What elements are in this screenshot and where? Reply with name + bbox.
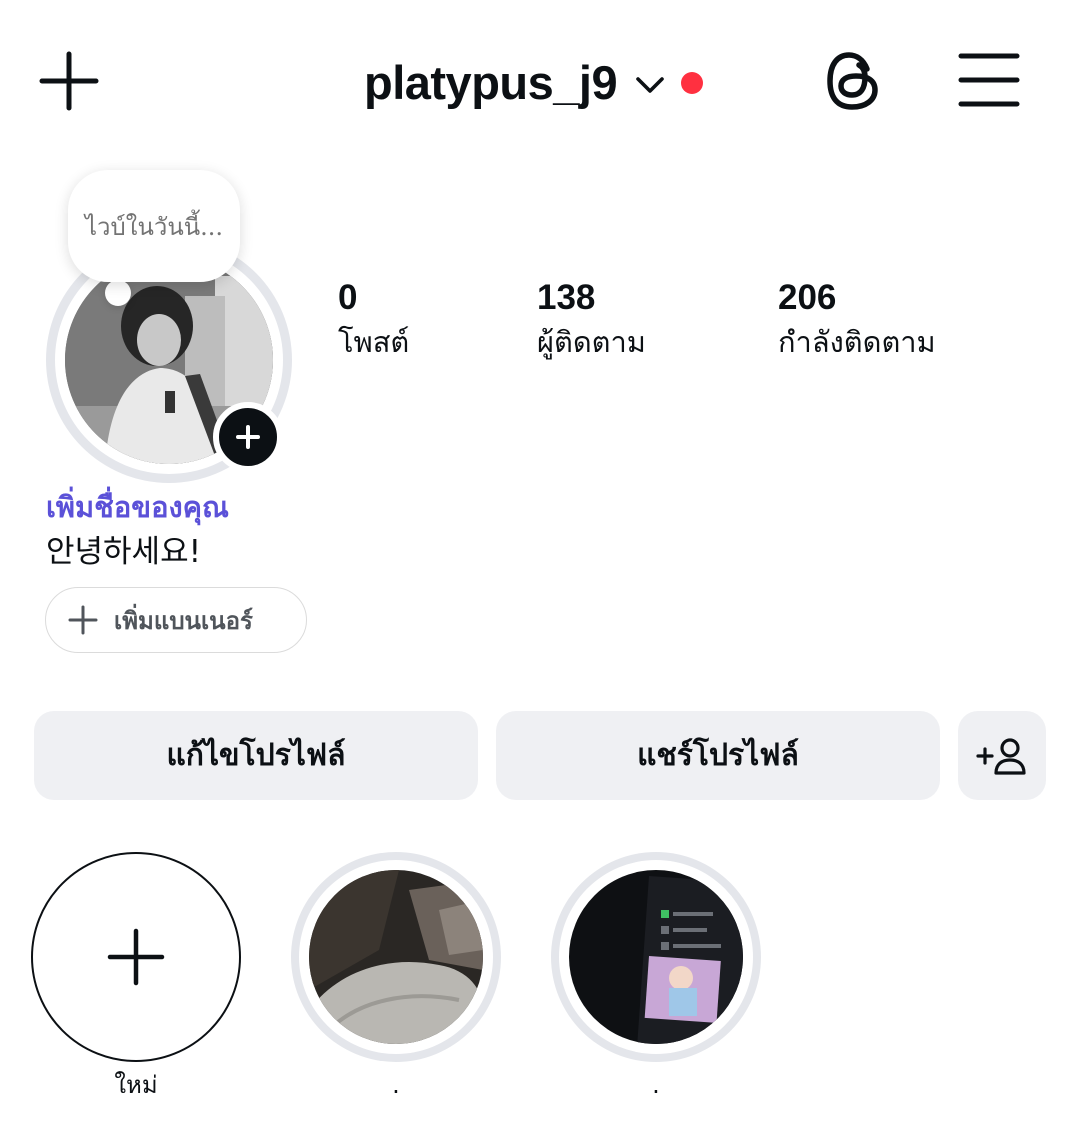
edit-profile-label: แก้ไขโปรไฟล์: [166, 738, 346, 773]
highlight-cover: [569, 870, 743, 1044]
add-person-icon: [976, 737, 1026, 775]
note-placeholder: ไวบ์ในวันนี้...: [84, 212, 224, 241]
highlight-item[interactable]: .: [551, 852, 761, 1100]
posts-value: 0: [338, 278, 358, 317]
following-count[interactable]: 206 กำลังติดตาม: [778, 278, 936, 366]
followers-value: 138: [537, 278, 596, 317]
share-profile-button[interactable]: แชร์โปรไฟล์: [496, 711, 940, 800]
highlight-label: .: [392, 1071, 400, 1099]
highlight-ring: [551, 852, 761, 1062]
highlight-new[interactable]: ใหม่: [31, 852, 241, 1100]
highlight-ring: [291, 852, 501, 1062]
username: platypus_j9: [364, 55, 618, 109]
plus-icon: [107, 928, 165, 986]
add-name-link[interactable]: เพิ่มชื่อของคุณ: [46, 484, 229, 530]
followers-label: ผู้ติดตาม: [537, 325, 646, 359]
add-banner-button[interactable]: เพิ่มแบนเนอร์: [45, 587, 307, 653]
bio-text: 안녕하세요!: [46, 534, 202, 570]
new-highlight-circle: [31, 852, 241, 1062]
note-bubble[interactable]: ไวบ์ในวันนี้...: [68, 170, 240, 282]
highlight-cover: [309, 870, 483, 1044]
highlight-label: .: [652, 1071, 660, 1099]
edit-profile-button[interactable]: แก้ไขโปรไฟล์: [34, 711, 478, 800]
threads-icon: [827, 52, 878, 110]
note-bubble-tail: [105, 280, 131, 306]
highlight-label: ใหม่: [114, 1071, 158, 1099]
posts-count[interactable]: 0 โพสต์: [338, 278, 409, 366]
discover-people-button[interactable]: [958, 711, 1046, 800]
share-profile-label: แชร์โปรไฟล์: [637, 738, 799, 773]
notification-dot: [681, 72, 704, 94]
threads-button[interactable]: [820, 46, 886, 116]
plus-icon: [39, 51, 99, 111]
add-story-button[interactable]: [213, 402, 283, 472]
hamburger-menu-icon: [958, 53, 1020, 107]
plus-icon: [236, 425, 260, 449]
new-post-button[interactable]: [36, 48, 102, 114]
highlight-item[interactable]: .: [291, 852, 501, 1100]
menu-button[interactable]: [956, 50, 1022, 110]
following-label: กำลังติดตาม: [778, 325, 936, 359]
posts-label: โพสต์: [338, 325, 410, 359]
following-value: 206: [778, 278, 837, 317]
plus-icon: [68, 605, 98, 635]
account-switcher[interactable]: platypus_j9: [364, 50, 704, 114]
chevron-down-icon: [636, 77, 664, 93]
followers-count[interactable]: 138 ผู้ติดตาม: [537, 278, 646, 366]
add-banner-label: เพิ่มแบนเนอร์: [114, 606, 253, 635]
top-bar: platypus_j9: [0, 0, 1080, 160]
